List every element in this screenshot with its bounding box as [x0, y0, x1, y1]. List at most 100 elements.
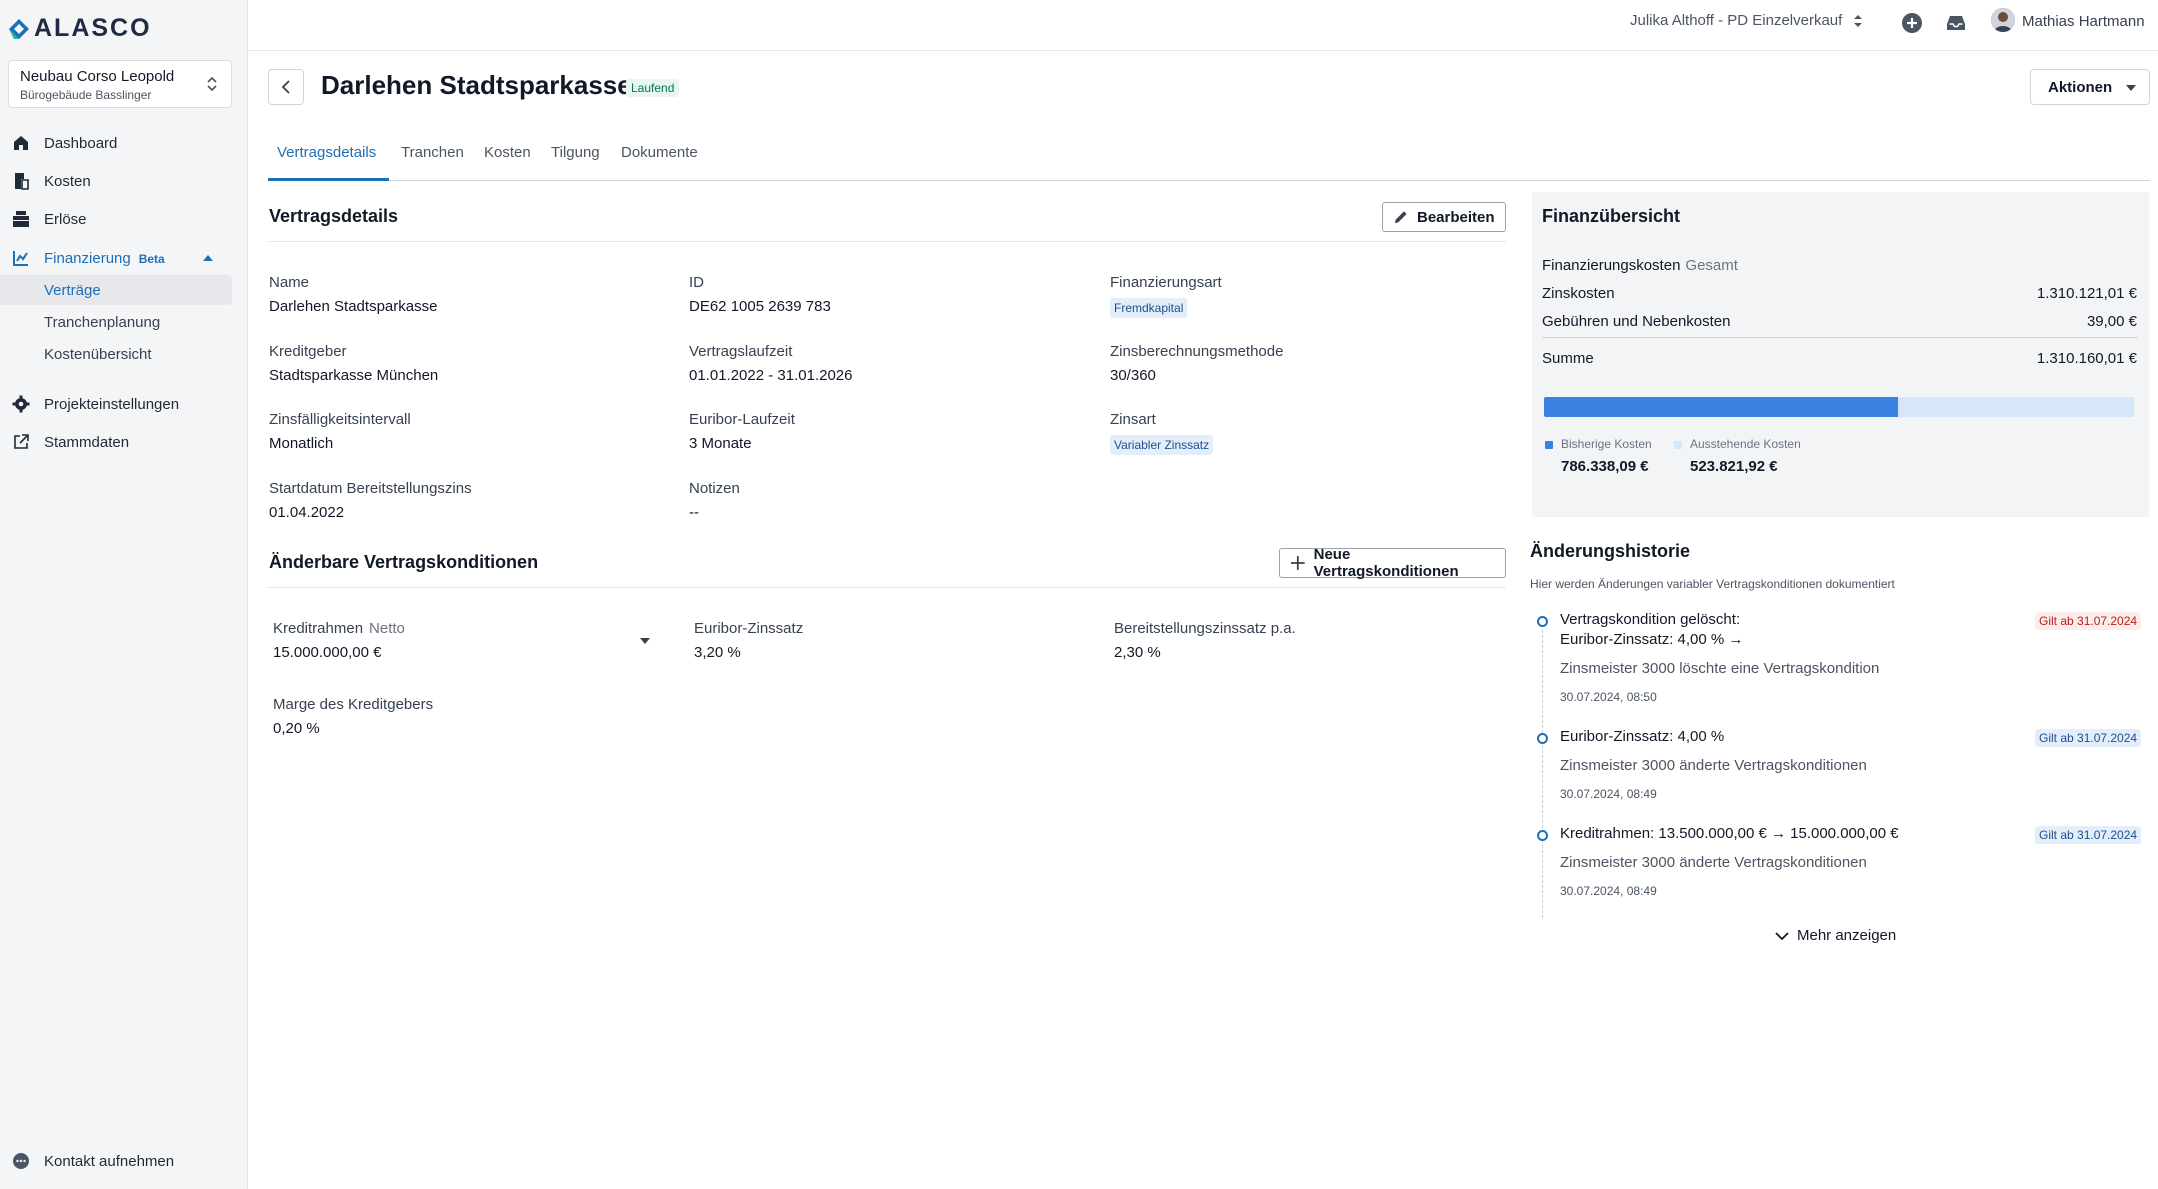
sidebar-subitem-kostenuebersicht[interactable]: Kostenübersicht: [0, 339, 232, 369]
sidebar-item-erloese[interactable]: Erlöse: [0, 202, 248, 236]
register-icon: [13, 211, 29, 227]
sidebar-subitem-vertraege[interactable]: Verträge: [0, 275, 232, 305]
avatar[interactable]: [1991, 8, 2015, 32]
finance-progress-bar: [1544, 397, 2134, 417]
caret-down-icon: [2126, 85, 2136, 91]
finance-progress-fill: [1544, 397, 1898, 417]
finance-icon: [13, 251, 28, 266]
history-entry-description: Zinsmeister 3000 änderte Vertragskonditi…: [1560, 757, 1867, 774]
chat-icon: [13, 1153, 29, 1169]
project-name: Neubau Corso Leopold: [20, 68, 175, 85]
role-selector[interactable]: Julika Althoff - PD Einzelverkauf: [1630, 12, 1863, 29]
chevron-updown-icon: [207, 76, 217, 92]
tab-dokumente[interactable]: Dokumente: [621, 144, 698, 161]
field-label-marge: Marge des Kreditgebers: [273, 696, 434, 713]
finance-subtitle-main: Finanzierungskosten: [1542, 257, 1681, 274]
new-conditions-button[interactable]: Neue Vertragskonditionen: [1279, 546, 1506, 580]
field-value-euribor-laufzeit: 3 Monate: [689, 435, 752, 452]
legend-label-outstanding: Ausstehende Kosten: [1690, 437, 1801, 451]
tab-tilgung[interactable]: Tilgung: [551, 144, 600, 161]
chevron-down-icon: [1775, 931, 1789, 940]
legend-swatch-outstanding: [1674, 441, 1682, 449]
field-label-bereitstellungszinssatz: Bereitstellungszinssatz p.a.: [1114, 620, 1296, 637]
inbox-icon[interactable]: [1945, 12, 1967, 34]
sidebar-item-kosten[interactable]: Kosten: [0, 164, 248, 198]
logo-mark-icon: [9, 18, 29, 39]
project-subtitle: Bürogebäude Basslinger: [20, 88, 152, 102]
finanzierung-label: Finanzierung: [44, 249, 131, 267]
tab-vertragsdetails[interactable]: Vertragsdetails: [277, 144, 376, 161]
finance-total-value: 1.310.160,01 €: [2036, 350, 2137, 367]
details-title: Vertragsdetails: [269, 206, 399, 226]
home-icon: [14, 136, 28, 150]
gear-icon: [12, 395, 30, 413]
field-label-kreditgeber: Kreditgeber: [269, 343, 347, 360]
history-entry-time: 30.07.2024, 08:49: [1560, 787, 1657, 801]
legend-value-outstanding: 523.821,92 €: [1690, 458, 1778, 475]
history-entry-line2: Euribor-Zinssatz: 4,00 % →: [1560, 631, 1744, 648]
divider: [268, 241, 1506, 242]
role-selector-label: Julika Althoff - PD Einzelverkauf: [1630, 12, 1843, 29]
field-label-finanzierungsart: Finanzierungsart: [1110, 274, 1222, 291]
contact-link[interactable]: Kontakt aufnehmen: [12, 1152, 174, 1170]
show-more-label: Mehr anzeigen: [1797, 927, 1897, 944]
conditions-title: Änderbare Vertragskonditionen: [269, 552, 539, 572]
finance-title: Finanzübersicht: [1542, 206, 1681, 226]
field-label-vertragslaufzeit: Vertragslaufzeit: [689, 343, 793, 360]
history-title: Änderungshistorie: [1530, 541, 1691, 561]
show-more-button[interactable]: Mehr anzeigen: [1775, 927, 1896, 944]
logo-text: ALASCO: [34, 14, 152, 42]
sidebar-item-dashboard[interactable]: Dashboard: [0, 126, 248, 160]
sidebar-item-label: Kosten: [44, 172, 91, 190]
timeline-dot: [1537, 830, 1548, 841]
finance-subtitle: Finanzierungskosten Gesamt: [1542, 257, 1738, 274]
receipt-icon: [15, 173, 29, 190]
field-label-euribor-laufzeit: Euribor-Laufzeit: [689, 411, 795, 428]
actions-button[interactable]: Aktionen: [2030, 69, 2150, 105]
sidebar-subitem-tranchenplanung[interactable]: Tranchenplanung: [0, 307, 232, 337]
history-entry-badge: Gilt ab 31.07.2024: [2035, 729, 2142, 747]
caret-down-icon[interactable]: [640, 638, 650, 644]
pencil-icon: [1395, 211, 1407, 223]
sidebar-item-label: Finanzierung Beta: [44, 250, 165, 267]
project-selector[interactable]: Neubau Corso Leopold Bürogebäude Basslin…: [8, 60, 232, 108]
contact-label: Kontakt aufnehmen: [44, 1152, 175, 1170]
field-value-id: DE62 1005 2639 783: [689, 298, 831, 315]
edit-button[interactable]: Bearbeiten: [1382, 202, 1506, 232]
finance-row-value: 1.310.121,01 €: [2036, 285, 2137, 302]
field-value-kreditgeber: Stadtsparkasse München: [269, 367, 439, 384]
tab-tranchen[interactable]: Tranchen: [401, 144, 464, 161]
beta-badge: Beta: [138, 251, 165, 266]
legend-value-spent: 786.338,09 €: [1561, 458, 1649, 475]
history-entry-time: 30.07.2024, 08:50: [1560, 690, 1657, 704]
field-label-zinsberechnungsmethode: Zinsberechnungsmethode: [1110, 343, 1284, 360]
field-value-zinsfaelligkeitsintervall: Monatlich: [269, 435, 334, 452]
field-label-euribor-zinssatz: Euribor-Zinssatz: [694, 620, 804, 637]
history-entry-line1: Vertragskondition gelöscht:: [1560, 611, 1741, 628]
history-subtitle: Hier werden Änderungen variabler Vertrag…: [1530, 577, 1895, 591]
tab-kosten[interactable]: Kosten: [484, 144, 531, 161]
field-value-vertragslaufzeit: 01.01.2022 - 31.01.2026: [689, 367, 853, 384]
timeline-line: [1542, 630, 1543, 918]
chip-zinsart: Variabler Zinssatz: [1110, 435, 1214, 455]
finance-overview-panel: Finanzübersicht Finanzierungskosten Gesam…: [1532, 192, 2149, 517]
field-label-zinsfaelligkeitsintervall: Zinsfälligkeitsintervall: [269, 411, 411, 428]
sidebar-item-finanzierung[interactable]: Finanzierung Beta: [0, 241, 248, 275]
field-label-zinsart: Zinsart: [1110, 411, 1156, 428]
caret-up-icon[interactable]: [203, 255, 213, 261]
finance-row-value: 39,00 €: [2086, 313, 2137, 330]
field-label-id: ID: [689, 274, 704, 291]
field-value-euribor-zinssatz: 3,20 %: [694, 644, 741, 661]
chevron-left-icon: [281, 80, 290, 94]
add-circle-icon[interactable]: [1901, 12, 1923, 34]
finance-subtitle-muted: Gesamt: [1685, 257, 1738, 274]
back-button[interactable]: [268, 69, 304, 105]
status-badge: Laufend: [626, 79, 680, 97]
sidebar-item-projekteinstellungen[interactable]: Projekteinstellungen: [0, 387, 248, 421]
sidebar-item-stammdaten[interactable]: Stammdaten: [0, 425, 248, 459]
sidebar-item-label: Erlöse: [44, 210, 87, 228]
finance-row-label: Gebühren und Nebenkosten: [1542, 313, 1731, 330]
user-name[interactable]: Mathias Hartmann: [2022, 13, 2145, 30]
alasco-logo[interactable]: ALASCO: [8, 14, 152, 43]
field-value-name: Darlehen Stadtsparkasse: [269, 298, 438, 315]
